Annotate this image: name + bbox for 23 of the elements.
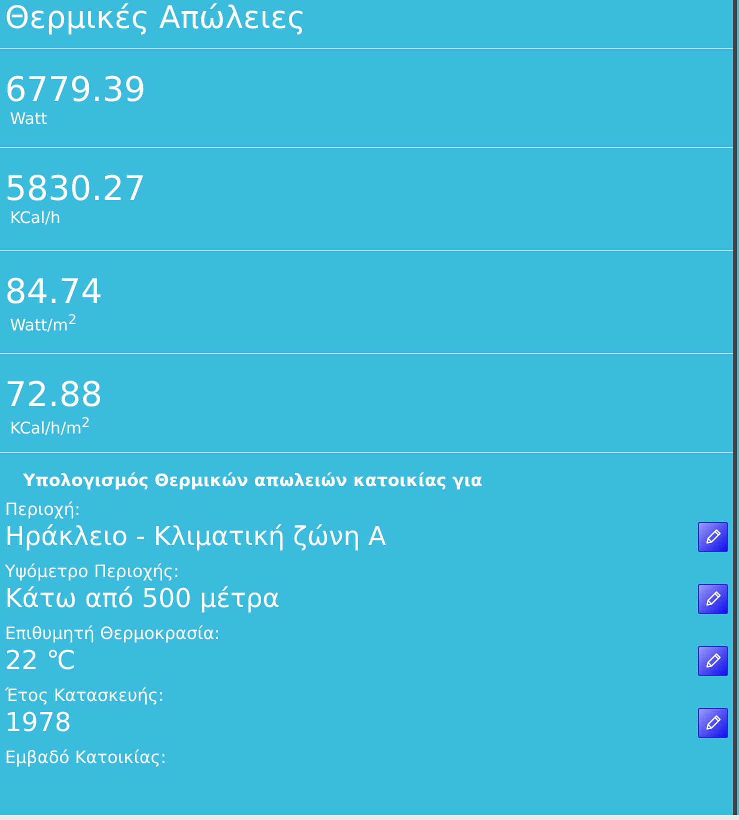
edit-button[interactable]	[698, 584, 728, 614]
field-label: Έτος Κατασκευής:	[5, 685, 164, 707]
result-value: 5830.27	[5, 170, 146, 208]
edit-button[interactable]	[698, 708, 728, 738]
field-label: Επιθυμητή Θερμοκρασία:	[5, 623, 220, 645]
field-value: Ηράκλειο - Κλιματική ζώνη Α	[5, 521, 386, 553]
page-title: Θερμικές Απώλειες	[5, 0, 306, 36]
result-value: 6779.39	[5, 71, 146, 109]
section-heading: Υπολογισμός Θερμικών απωλειών κατοικίας για	[23, 471, 482, 491]
result-unit: Watt	[10, 109, 48, 129]
result-unit: KCal/h	[10, 208, 61, 228]
field-value: Κάτω από 500 μέτρα	[5, 583, 280, 615]
result-value: 72.88	[5, 376, 102, 414]
field-label: Εμβαδό Κατοικίας:	[5, 747, 166, 769]
field-label: Υψόμετρο Περιοχής:	[5, 561, 180, 583]
field-value: 1978	[5, 707, 72, 739]
edit-button[interactable]	[698, 646, 728, 676]
result-value: 84.74	[5, 273, 102, 311]
result-unit: KCal/h/m$^{2}$	[10, 415, 90, 438]
field-value: 22 ℃	[5, 645, 76, 677]
field-label: Περιοχή:	[5, 499, 80, 521]
edit-button[interactable]	[698, 522, 728, 552]
result-unit: Watt/m$^{2}$	[10, 312, 77, 336]
